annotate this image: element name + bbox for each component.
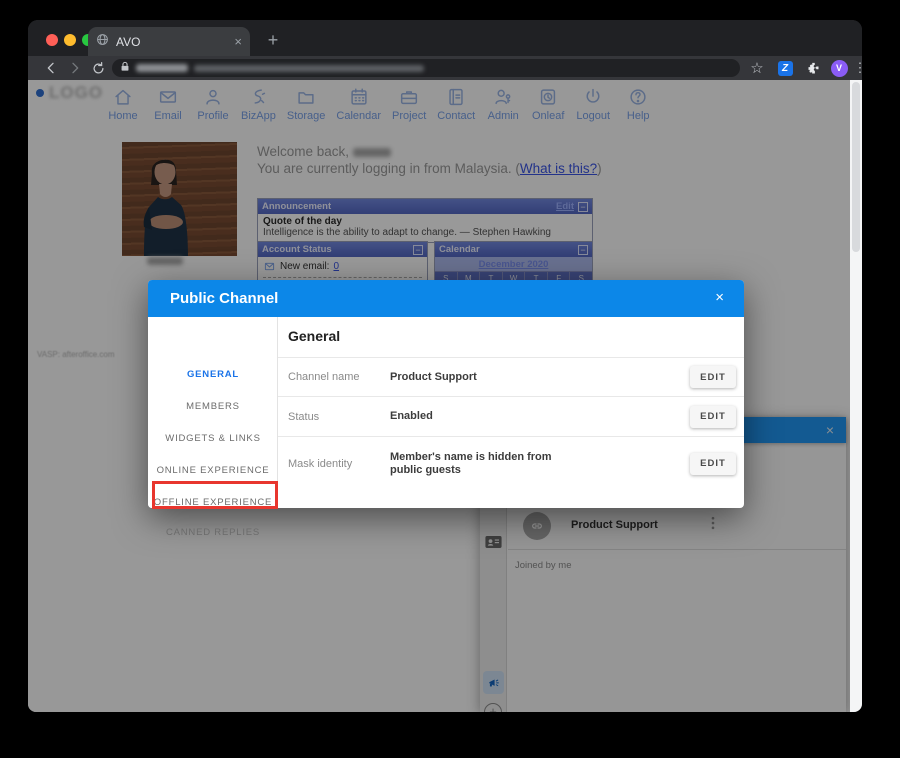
modal-content: General Channel name Product Support EDI… bbox=[278, 317, 744, 508]
annotation-highlight-box bbox=[152, 481, 278, 509]
url-redacted-segment bbox=[194, 64, 424, 72]
setting-label: Status bbox=[288, 410, 320, 423]
modal-close-icon[interactable]: × bbox=[715, 289, 724, 306]
setting-value: Enabled bbox=[390, 410, 433, 422]
tab-canned-replies[interactable]: CANNED REPLIES bbox=[148, 517, 278, 547]
traffic-light-close[interactable] bbox=[46, 34, 58, 46]
page-scrollbar[interactable] bbox=[850, 80, 862, 712]
traffic-light-minimize[interactable] bbox=[64, 34, 76, 46]
setting-row-mask-identity: Mask identity Member's name is hidden fr… bbox=[278, 436, 744, 490]
edit-channel-name-button[interactable]: EDIT bbox=[690, 366, 736, 388]
browser-toolbar: ☆ Z V ⋮ bbox=[28, 56, 862, 80]
tab-widgets-links[interactable]: WIDGETS & LINKS bbox=[148, 423, 278, 453]
tab-general[interactable]: GENERAL bbox=[148, 359, 278, 389]
tab-strip: AVO × + bbox=[28, 20, 862, 56]
edit-status-button[interactable]: EDIT bbox=[690, 405, 736, 428]
section-heading: General bbox=[288, 328, 341, 344]
bookmark-star-icon[interactable]: ☆ bbox=[746, 57, 768, 79]
setting-row-channel-name: Channel name Product Support EDIT bbox=[278, 357, 744, 396]
forward-icon[interactable] bbox=[64, 57, 86, 79]
url-redacted-segment bbox=[136, 64, 188, 72]
page-viewport: LOGO Home Email Profile BizApp Storage C… bbox=[28, 80, 850, 712]
back-icon[interactable] bbox=[40, 57, 62, 79]
reload-icon[interactable] bbox=[87, 57, 109, 79]
globe-favicon-icon bbox=[96, 33, 109, 51]
extension-badge-icon[interactable]: Z bbox=[774, 57, 796, 79]
public-channel-modal: Public Channel × GENERAL MEMBERS WIDGETS… bbox=[148, 280, 744, 538]
edit-mask-identity-button[interactable]: EDIT bbox=[690, 452, 736, 475]
modal-tab-list: GENERAL MEMBERS WIDGETS & LINKS ONLINE E… bbox=[148, 317, 278, 538]
profile-avatar[interactable]: V bbox=[828, 57, 850, 79]
setting-row-status: Status Enabled EDIT bbox=[278, 396, 744, 436]
scrollbar-thumb[interactable] bbox=[852, 82, 860, 252]
browser-window: AVO × + ☆ Z V ⋮ LOGO Home Email Profile … bbox=[28, 20, 862, 712]
new-tab-button[interactable]: + bbox=[260, 28, 286, 54]
modal-header: Public Channel × bbox=[148, 280, 744, 317]
browser-menu-icon[interactable]: ⋮ bbox=[849, 57, 863, 79]
setting-label: Mask identity bbox=[288, 457, 353, 470]
padlock-icon bbox=[120, 59, 130, 77]
setting-label: Channel name bbox=[288, 371, 360, 383]
tab-members[interactable]: MEMBERS bbox=[148, 391, 278, 421]
extensions-puzzle-icon[interactable] bbox=[802, 57, 824, 79]
tab-title: AVO bbox=[116, 34, 141, 49]
setting-value: Member's name is hidden from public gues… bbox=[390, 450, 552, 476]
modal-title: Public Channel bbox=[170, 290, 279, 307]
tab-close-icon[interactable]: × bbox=[234, 34, 242, 49]
setting-value: Product Support bbox=[390, 370, 477, 383]
address-bar[interactable] bbox=[112, 59, 740, 77]
browser-tab[interactable]: AVO × bbox=[88, 27, 250, 56]
